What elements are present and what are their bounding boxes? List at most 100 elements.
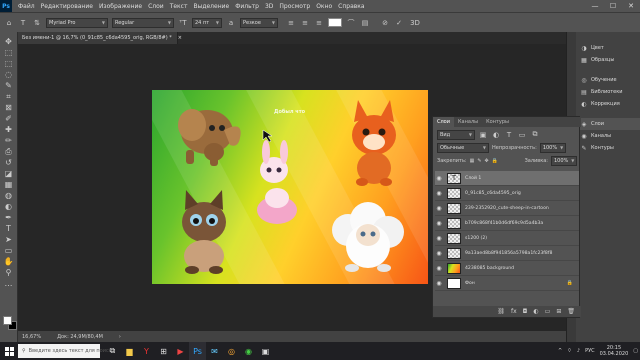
- eye-icon[interactable]: ◉: [435, 235, 443, 242]
- tab-channels[interactable]: Каналы: [454, 117, 482, 127]
- commit-icon[interactable]: ✓: [394, 18, 404, 28]
- layer-row[interactable]: ◉ 9a13aed8b8f941856a5798a1fc23f8f8: [435, 246, 579, 261]
- quick-select-tool-icon[interactable]: ✎: [2, 80, 16, 91]
- panel-libraries[interactable]: ▤ Библиотеки: [576, 86, 640, 98]
- layer-filter-select[interactable]: Вид ▼: [437, 129, 475, 140]
- photoshop-logo[interactable]: Ps: [0, 0, 12, 12]
- healing-tool-icon[interactable]: ✚: [2, 124, 16, 135]
- eyedropper-tool-icon[interactable]: ✐: [2, 113, 16, 124]
- panel-color[interactable]: ◑ Цвет: [576, 42, 640, 54]
- opacity-input[interactable]: 100% ▼: [539, 142, 566, 153]
- font-size-select[interactable]: 24 пт ▼: [192, 17, 222, 28]
- panel-adjustments[interactable]: ◐ Коррекция: [576, 98, 640, 110]
- font-style-select[interactable]: Regular ▼: [112, 17, 174, 28]
- filter-pixel-icon[interactable]: ▣: [478, 130, 488, 140]
- chevron-right-icon[interactable]: ›: [119, 334, 121, 340]
- lock-move-icon[interactable]: ✥: [485, 158, 489, 164]
- stamp-tool-icon[interactable]: ⎙: [2, 146, 16, 157]
- menu-item-view[interactable]: Просмотр: [276, 3, 313, 10]
- browser-icon[interactable]: ◎: [223, 342, 240, 360]
- menu-item-type[interactable]: Текст: [167, 3, 191, 10]
- text-color-swatch[interactable]: [328, 18, 342, 27]
- menu-item-help[interactable]: Справка: [335, 3, 367, 10]
- network-icon[interactable]: ⌔: [567, 348, 572, 354]
- layer-row[interactable]: ◉ 0_91c85_c6da4595_orig: [435, 186, 579, 201]
- document-tab[interactable]: Без имени-1 @ 16,7% (0_91c85_c6da4595_or…: [18, 32, 182, 44]
- close-button[interactable]: ✕: [622, 0, 640, 12]
- volume-icon[interactable]: ♪: [577, 348, 580, 354]
- eye-icon[interactable]: ◉: [435, 190, 443, 197]
- layer-row[interactable]: ◉ 4238085 background: [435, 261, 579, 276]
- move-tool-icon[interactable]: ✥: [2, 36, 16, 47]
- tab-paths[interactable]: Контуры: [482, 117, 513, 127]
- frame-tool-icon[interactable]: ⊠: [2, 102, 16, 113]
- task-view-icon[interactable]: ⧉: [104, 342, 121, 360]
- panel-swatches[interactable]: ▦ Образцы: [576, 54, 640, 66]
- menu-item-select[interactable]: Выделение: [190, 3, 232, 10]
- minimize-button[interactable]: —: [586, 0, 604, 12]
- home-icon[interactable]: ⌂: [4, 18, 14, 28]
- layer-row[interactable]: ◉ s1200 (2): [435, 231, 579, 246]
- align-right-icon[interactable]: ≡: [314, 18, 324, 28]
- misc-app-icon[interactable]: ▣: [257, 342, 274, 360]
- gradient-tool-icon[interactable]: ▦: [2, 179, 16, 190]
- document-canvas[interactable]: Добыл что: [152, 90, 428, 284]
- panel-paths[interactable]: ✎ Контуры: [576, 142, 640, 154]
- more-tools-icon[interactable]: …: [2, 278, 16, 289]
- start-button[interactable]: [0, 342, 18, 360]
- marquee-tool-icon[interactable]: ⬚: [2, 58, 16, 69]
- lock-all-icon[interactable]: 🔒: [492, 158, 498, 164]
- menu-item-window[interactable]: Окно: [313, 3, 335, 10]
- photoshop-taskbar-icon[interactable]: Ps: [189, 342, 206, 360]
- cancel-icon[interactable]: ⊘: [380, 18, 390, 28]
- panel-channels[interactable]: ◉ Каналы: [576, 130, 640, 142]
- close-tab-icon[interactable]: ×: [178, 35, 182, 41]
- font-family-select[interactable]: Myriad Pro ▼: [46, 17, 108, 28]
- path-select-tool-icon[interactable]: ➤: [2, 234, 16, 245]
- mask-icon[interactable]: ◘: [523, 308, 528, 315]
- maximize-button[interactable]: ☐: [604, 0, 622, 12]
- eye-icon[interactable]: ◉: [435, 250, 443, 257]
- menu-item-layers[interactable]: Слои: [145, 3, 167, 10]
- notifications-icon[interactable]: ▢: [633, 348, 638, 354]
- tab-layers[interactable]: Слои: [433, 117, 454, 127]
- color-swatches[interactable]: [3, 316, 17, 330]
- brush-tool-icon[interactable]: ✏: [2, 135, 16, 146]
- link-layers-icon[interactable]: ⛓: [497, 308, 505, 315]
- text-orientation-icon[interactable]: ⇅: [32, 18, 42, 28]
- clock[interactable]: 20:15 03.04.2020: [600, 345, 629, 357]
- lasso-tool-icon[interactable]: ◌: [2, 69, 16, 80]
- type-tool-icon[interactable]: T: [2, 223, 16, 234]
- crop-tool-icon[interactable]: ⌗: [2, 91, 16, 102]
- filter-smart-icon[interactable]: ⧉: [530, 130, 540, 140]
- eye-icon[interactable]: ◉: [435, 280, 443, 287]
- menu-item-file[interactable]: Файл: [15, 3, 38, 10]
- blur-tool-icon[interactable]: ◍: [2, 190, 16, 201]
- menu-item-filter[interactable]: Фильтр: [232, 3, 262, 10]
- filter-type-icon[interactable]: T: [504, 130, 514, 140]
- fill-input[interactable]: 100% ▼: [551, 155, 577, 166]
- align-center-icon[interactable]: ≡: [300, 18, 310, 28]
- menu-item-edit[interactable]: Редактирование: [38, 3, 96, 10]
- warp-text-icon[interactable]: ⌒: [346, 18, 356, 28]
- document-info[interactable]: Док: 24,9M/80,4M: [57, 334, 103, 340]
- adjustment-layer-icon[interactable]: ◐: [533, 308, 538, 315]
- type-tool-preset-icon[interactable]: T: [18, 18, 28, 28]
- layer-style-icon[interactable]: fx: [511, 308, 517, 315]
- trash-icon[interactable]: 🗑: [567, 308, 575, 315]
- panel-learn[interactable]: ◎ Обучение: [576, 74, 640, 86]
- eye-icon[interactable]: ◉: [435, 265, 443, 272]
- shape-tool-icon[interactable]: ▭: [2, 245, 16, 256]
- align-left-icon[interactable]: ≡: [286, 18, 296, 28]
- file-explorer-icon[interactable]: ▆: [121, 342, 138, 360]
- dodge-tool-icon[interactable]: ◐: [2, 201, 16, 212]
- lock-pixels-icon[interactable]: ▦: [470, 158, 475, 164]
- layer-row[interactable]: ◉ Фон 🔒: [435, 276, 579, 291]
- filter-adjust-icon[interactable]: ◐: [491, 130, 501, 140]
- eraser-tool-icon[interactable]: ◪: [2, 168, 16, 179]
- group-icon[interactable]: ▭: [545, 308, 551, 315]
- eye-icon[interactable]: ◉: [435, 205, 443, 212]
- eye-icon[interactable]: ◉: [435, 220, 443, 227]
- zoom-tool-icon[interactable]: ⚲: [2, 267, 16, 278]
- zoom-level[interactable]: 16,67%: [22, 334, 41, 340]
